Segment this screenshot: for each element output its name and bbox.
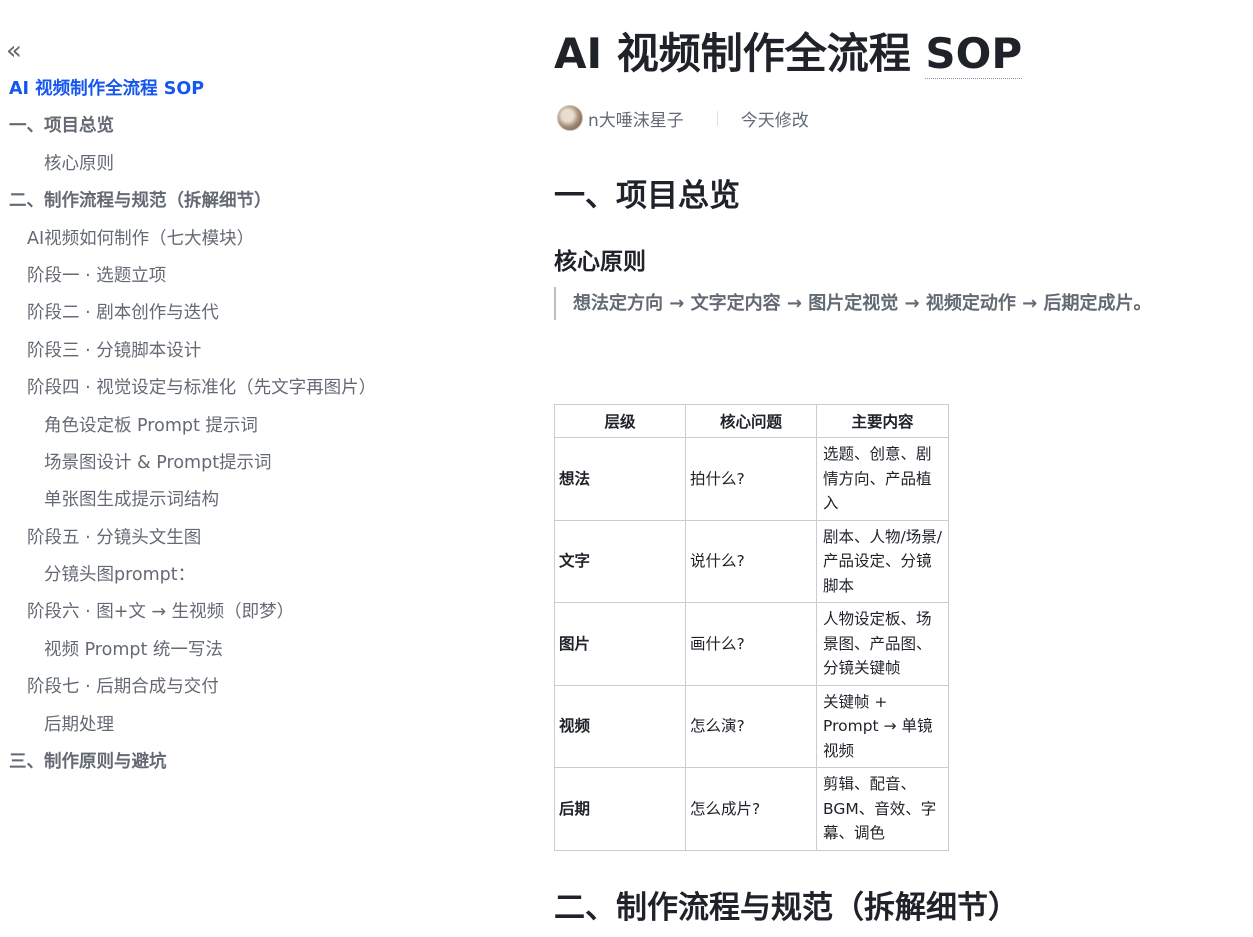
table-cell: 视频: [554, 684, 686, 768]
outline-item[interactable]: 阶段七 · 后期合成与交付: [0, 669, 520, 706]
table-cell: 拍什么?: [685, 437, 817, 521]
outline-item[interactable]: 阶段二 · 剧本创作与迭代: [0, 295, 520, 332]
outline-list: AI 视频制作全流程 SOP 一、项目总览 核心原则 二、制作流程与规范（拆解细节） A…: [0, 71, 520, 781]
modified-time: 今天修改: [740, 110, 809, 131]
table-header-cell: 主要内容: [816, 404, 949, 438]
outline-item[interactable]: 场景图设计 & Prompt提示词: [0, 445, 520, 482]
outline-item[interactable]: 阶段五 · 分镜头文生图: [0, 520, 520, 557]
table-row: 想法 拍什么? 选题、创意、剧情方向、产品植入: [554, 437, 949, 521]
table-row: 后期 怎么成片? 剪辑、配音、BGM、音效、字幕、调色: [554, 767, 949, 851]
doc-meta: n大唾沫星子 今天修改: [554, 100, 809, 136]
heading-core-principle: 核心原则: [554, 249, 646, 275]
collapse-sidebar-icon[interactable]: «: [6, 36, 30, 66]
table-cell: 剧本、人物/场景/产品设定、分镜脚本: [816, 519, 949, 603]
table-cell: 画什么?: [685, 602, 817, 686]
meta-divider: [716, 110, 718, 126]
outline-item[interactable]: 三、制作原则与避坑: [0, 744, 520, 781]
outline-item[interactable]: 单张图生成提示词结构: [0, 482, 520, 519]
outline-item[interactable]: 阶段三 · 分镜脚本设计: [0, 333, 520, 370]
author-name[interactable]: n大唾沫星子: [588, 106, 684, 131]
core-principle-quote: 想法定方向 → 文字定内容 → 图片定视觉 → 视频定动作 → 后期定成片。: [554, 287, 1151, 320]
page-title[interactable]: AI 视频制作全流程 SOP: [554, 24, 1023, 84]
table-row: 视频 怎么演? 关键帧 + Prompt → 单镜视频: [554, 684, 949, 768]
table-cell: 选题、创意、剧情方向、产品植入: [816, 437, 949, 521]
table-cell: 后期: [554, 767, 686, 851]
table-cell: 说什么?: [685, 519, 817, 603]
title-main: AI 视频制作全流程: [554, 29, 926, 78]
outline-item[interactable]: 阶段四 · 视觉设定与标准化（先文字再图片）: [0, 370, 520, 407]
outline-item[interactable]: AI视频如何制作（七大模块）: [0, 221, 520, 258]
table-row: 图片 画什么? 人物设定板、场景图、产品图、分镜关键帧: [554, 602, 949, 686]
outline-item[interactable]: 后期处理: [0, 707, 520, 744]
outline-sidebar: « AI 视频制作全流程 SOP 一、项目总览 核心原则 二、制作流程与规范（拆解细节…: [0, 0, 520, 937]
outline-item[interactable]: 视频 Prompt 统一写法: [0, 632, 520, 669]
document-body: AI 视频制作全流程 SOP n大唾沫星子 今天修改 一、项目总览 核心原则 想…: [554, 0, 1253, 937]
title-tail: SOP: [925, 29, 1023, 79]
outline-item[interactable]: 阶段一 · 选题立项: [0, 258, 520, 295]
outline-item[interactable]: 二、制作流程与规范（拆解细节）: [0, 183, 520, 220]
outline-item[interactable]: 分镜头图prompt：: [0, 557, 520, 594]
table-body: 想法 拍什么? 选题、创意、剧情方向、产品植入 文字 说什么? 剧本、人物/场景/产品设定…: [554, 437, 949, 851]
table-cell: 怎么成片?: [685, 767, 817, 851]
outline-item[interactable]: 一、项目总览: [0, 108, 520, 145]
table-cell: 剪辑、配音、BGM、音效、字幕、调色: [816, 767, 949, 851]
outline-item[interactable]: AI 视频制作全流程 SOP: [0, 71, 520, 108]
table-header-row: 层级 核心问题 主要内容: [554, 404, 949, 438]
outline-item[interactable]: 角色设定板 Prompt 提示词: [0, 408, 520, 445]
table-cell: 文字: [554, 519, 686, 603]
table-cell: 人物设定板、场景图、产品图、分镜关键帧: [816, 602, 949, 686]
table-cell: 关键帧 + Prompt → 单镜视频: [816, 684, 949, 768]
overview-table: 层级 核心问题 主要内容 想法 拍什么? 选题、创意、剧情方向、产品植入 文字 说什么?…: [554, 404, 949, 851]
heading-process: 二、制作流程与规范（拆解细节）: [554, 890, 1019, 926]
avatar[interactable]: [557, 105, 583, 131]
outline-item[interactable]: 核心原则: [0, 146, 520, 183]
table-header-cell: 核心问题: [685, 404, 817, 438]
table-cell: 怎么演?: [685, 684, 817, 768]
outline-item[interactable]: 阶段六 · 图+文 → 生视频（即梦）: [0, 594, 520, 631]
heading-overview: 一、项目总览: [554, 178, 740, 214]
table-header-cell: 层级: [554, 404, 686, 438]
table-row: 文字 说什么? 剧本、人物/场景/产品设定、分镜脚本: [554, 519, 949, 603]
table-cell: 想法: [554, 437, 686, 521]
table-cell: 图片: [554, 602, 686, 686]
